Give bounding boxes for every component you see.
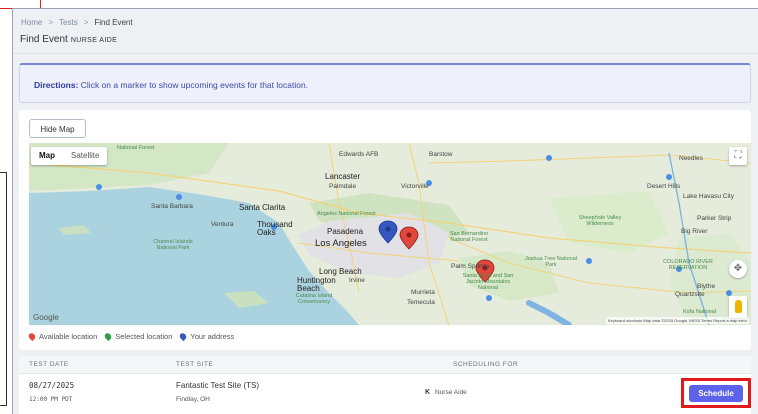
map-type-satellite[interactable]: Satellite <box>63 147 107 165</box>
map-label: Los Angeles <box>315 238 367 249</box>
map-label: Needles <box>679 155 703 162</box>
page-subtitle: NURSE AIDE <box>70 37 118 44</box>
fullscreen-icon[interactable]: ⛶ <box>729 147 747 165</box>
breadcrumb-current: Find Event <box>94 18 133 27</box>
map-label: Irvine <box>349 277 365 284</box>
event-location: Findlay, OH <box>176 396 210 403</box>
map-label: Santa Clarita <box>239 203 286 212</box>
address-pin-icon <box>178 331 188 342</box>
legend-selected-label: Selected location <box>115 332 173 341</box>
map-label: Thousand Oaks <box>257 220 293 237</box>
map-label: Santa Barbara <box>151 203 193 210</box>
map-label: COLORADO RIVER RESERVATION <box>663 259 713 271</box>
map-label: Victorville <box>401 183 429 190</box>
legend-address: Your address <box>178 331 235 342</box>
map-card: Hide Map National Forest Edwards AFB Bar… <box>19 110 751 350</box>
map-label: Channel Islands National Park <box>153 239 193 251</box>
breadcrumb-tests[interactable]: Tests <box>59 18 78 27</box>
map-label: Blythe <box>697 283 716 290</box>
legend-available: Available location <box>27 331 98 342</box>
left-frame-edge <box>0 172 7 406</box>
legend-address-label: Your address <box>190 332 235 341</box>
event-date: 08/27/2025 <box>29 381 75 390</box>
header-divider <box>13 53 758 54</box>
map-label: Kofa National <box>683 309 717 315</box>
camera-control-icon[interactable]: ✥ <box>729 260 747 278</box>
event-site: Fantastic Test Site (TS) <box>176 381 259 390</box>
breadcrumb: Home > Tests > Find Event <box>21 18 133 27</box>
map-label: Lake Havasu City <box>683 193 734 200</box>
map-terrain <box>29 143 751 325</box>
map-attribution[interactable]: Keyboard shortcuts Map data ©2025 Google… <box>605 317 749 324</box>
map-label: Temecula <box>407 299 435 306</box>
map-legend: Available location Selected location You… <box>27 331 235 342</box>
page-title-text: Find Event <box>20 34 68 45</box>
app-window: Home > Tests > Find Event Find Event NURSE AI… <box>12 8 758 414</box>
table-header: TEST DATE TEST SITE SCHEDULING FOR <box>19 356 751 374</box>
breadcrumb-separator: > <box>48 18 54 27</box>
legend-available-label: Available location <box>39 332 98 341</box>
map-type-map[interactable]: Map <box>31 147 63 165</box>
map-label: Palm Springs <box>451 263 490 270</box>
header-scheduling-for: SCHEDULING FOR <box>453 361 519 368</box>
map-label: San Bernardino National Forest <box>449 231 489 243</box>
map-view[interactable]: National Forest Edwards AFB Barstow Need… <box>29 143 751 325</box>
breadcrumb-separator: > <box>83 18 89 27</box>
map-label: Palmdale <box>329 183 357 190</box>
map-label: Pasadena <box>327 227 364 236</box>
map-label: Angeles National Forest <box>317 211 376 217</box>
schedule-button[interactable]: Schedule <box>689 385 743 402</box>
map-label: Catalina Island Conservancy <box>295 293 333 305</box>
pegman-icon[interactable] <box>729 296 747 318</box>
scheduling-for-value: Nurse Aide <box>435 389 467 396</box>
map-label: Parker Strip <box>697 215 732 222</box>
map-label: Long Beach <box>319 267 362 276</box>
scheduling-badge: K <box>425 389 431 396</box>
hide-map-button[interactable]: Hide Map <box>29 119 86 138</box>
map-label: Lancaster <box>325 172 361 181</box>
map-label: Edwards AFB <box>339 151 379 158</box>
map-label: Ventura <box>211 221 234 228</box>
map-label: Desert Hills <box>647 183 681 190</box>
schedule-highlight: Schedule <box>681 378 751 408</box>
map-label: Murrieta <box>411 289 435 296</box>
map-label: Huntington Beach <box>297 276 336 293</box>
directions-label: Directions: <box>34 80 79 90</box>
directions-text: Directions: Click on a marker to show up… <box>34 80 308 90</box>
header-test-date: TEST DATE <box>29 361 69 368</box>
map-label: Sheephole Valley Wilderness <box>578 215 622 227</box>
selected-pin-icon <box>103 331 113 342</box>
map-label: Big River <box>681 228 708 235</box>
legend-selected: Selected location <box>103 331 173 342</box>
events-table: TEST DATE TEST SITE SCHEDULING FOR 08/27… <box>19 356 751 414</box>
page-title: Find Event NURSE AIDE <box>20 34 117 45</box>
map-label: National Forest <box>117 145 155 151</box>
google-logo: Google <box>33 313 59 322</box>
available-pin-icon <box>27 331 37 342</box>
map-label: Quartzsite <box>675 291 705 298</box>
directions-body: Click on a marker to show upcoming event… <box>80 80 309 90</box>
directions-banner: Directions: Click on a marker to show up… <box>19 63 751 103</box>
map-label: Joshua Tree National Park <box>525 256 577 268</box>
map-type-toggle: Map Satellite <box>31 147 108 165</box>
breadcrumb-home[interactable]: Home <box>21 18 42 27</box>
header-test-site: TEST SITE <box>176 361 214 368</box>
map-label: Barstow <box>429 151 453 158</box>
map-label: Santa Rosa and San Jacinto Mountains Nat… <box>462 273 514 291</box>
event-time: 12:00 PM PDT <box>29 396 73 403</box>
